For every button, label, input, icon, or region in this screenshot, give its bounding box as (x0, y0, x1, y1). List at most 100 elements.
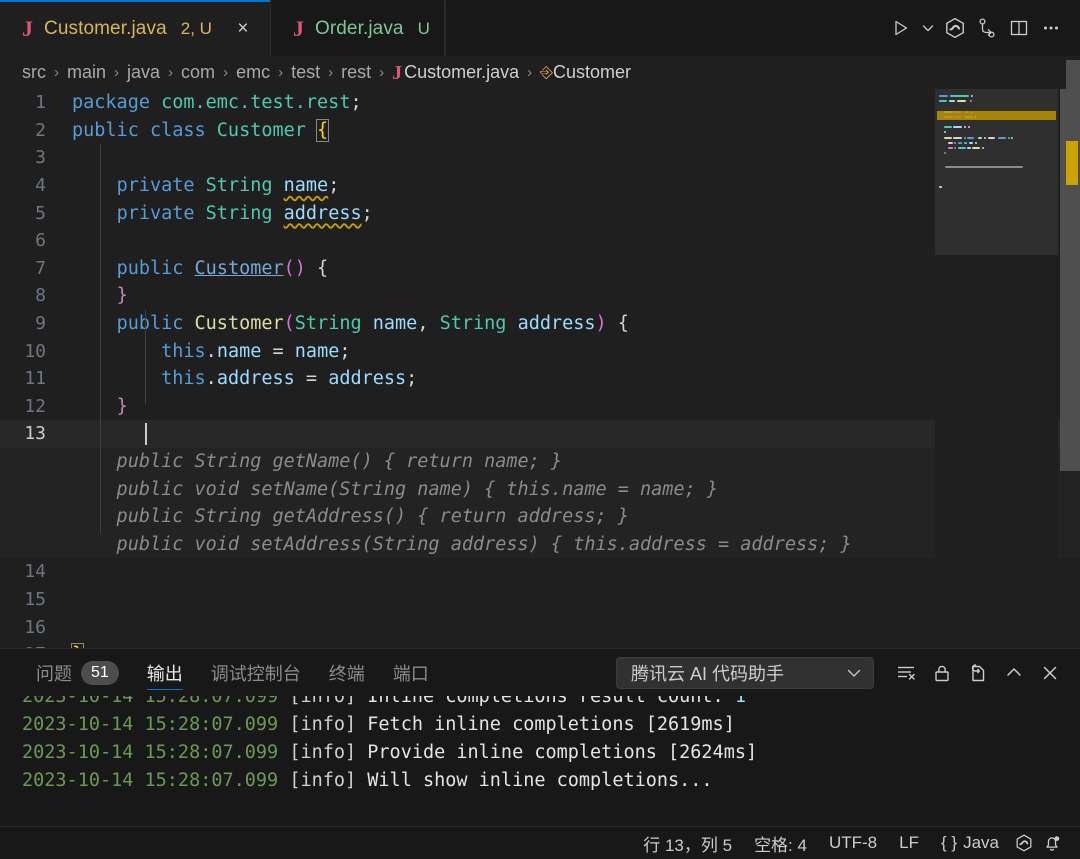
code-line[interactable]: 17} (0, 641, 1080, 648)
breadcrumb-item-emc[interactable]: emc (236, 62, 270, 83)
code-line[interactable]: 9 public Customer(String name, String ad… (0, 310, 1080, 338)
maximize-panel-icon[interactable] (998, 657, 1030, 689)
log-line: 2023-10-14 15:28:07.099 [info] Will show… (22, 766, 1080, 794)
breadcrumb-separator: › (114, 64, 120, 81)
breadcrumb-separator: › (223, 64, 229, 81)
minimap-line (969, 100, 972, 103)
breadcrumb-separator: › (168, 64, 174, 81)
editor-tab-bar: J Customer.java 2, U × J Order.java U (0, 0, 1080, 56)
code-text: public Customer(String name, String addr… (116, 313, 629, 335)
breadcrumb-item-main[interactable]: main (67, 62, 106, 83)
code-line[interactable]: 11 this.address = address; (0, 365, 1080, 393)
editor-tab-order-java[interactable]: J Order.java U (269, 0, 445, 56)
line-number: 13 (24, 423, 46, 445)
breadcrumb-separator: › (527, 64, 533, 81)
vscode-window: J Customer.java 2, U × J Order.java U sr… (0, 0, 1080, 859)
status-cursor-position[interactable]: 行 13，列 5 (632, 831, 743, 856)
ghost-text: public void setName(String name) { this.… (72, 478, 719, 500)
panel-tab-label: 终端 (328, 663, 365, 684)
code-line[interactable]: 14 (0, 558, 1080, 586)
breadcrumb-item-java[interactable]: java (127, 62, 160, 83)
code-line[interactable]: 12 } (0, 393, 1080, 421)
tab-label: Customer.java (44, 18, 167, 39)
close-panel-icon[interactable] (1034, 657, 1066, 689)
panel-scrollbar-thumb[interactable] (1066, 60, 1080, 115)
code-line[interactable]: 7 public Customer() { (0, 255, 1080, 283)
minimap-line (956, 100, 967, 103)
code-line[interactable]: 16 (0, 613, 1080, 641)
panel-tab-label: 端口 (392, 663, 429, 684)
status-encoding[interactable]: UTF-8 (818, 833, 888, 853)
log-timestamp: 2023-10-14 15:28:07.099 (22, 769, 290, 791)
code-lines[interactable]: 1 package com.emc.test.rest; 2 public class… (0, 89, 1080, 648)
minimap-line (998, 136, 1007, 139)
minimap-line (945, 165, 1023, 168)
line-number: 14 (24, 561, 46, 583)
lock-scroll-icon[interactable] (926, 657, 958, 689)
panel-tab-problems[interactable]: 问题 51 (22, 649, 133, 696)
breadcrumb-item-file[interactable]: Customer.java (404, 62, 519, 83)
copilot-status-icon[interactable] (1010, 833, 1038, 853)
minimap[interactable] (935, 89, 1058, 648)
code-line[interactable]: 2 public class Customer { (0, 117, 1080, 145)
code-line[interactable]: 10 this.name = name; (0, 337, 1080, 365)
code-line[interactable]: 8 } (0, 282, 1080, 310)
code-line[interactable]: 6 (0, 227, 1080, 255)
minimap-line (963, 136, 966, 139)
split-editor-icon[interactable] (1004, 13, 1034, 43)
output-channel-value: 腾讯云 AI 代码助手 (631, 663, 785, 684)
source-control-icon[interactable] (972, 13, 1002, 43)
status-language-mode[interactable]: { } Java (930, 833, 1010, 853)
code-line[interactable]: 3 (0, 144, 1080, 172)
minimap-line (977, 136, 983, 139)
breadcrumb-item-com[interactable]: com (181, 62, 215, 83)
code-line[interactable]: 5 private String address; (0, 199, 1080, 227)
output-channel-select[interactable]: 腾讯云 AI 代码助手 (616, 656, 874, 689)
chevron-down-icon[interactable] (918, 13, 938, 43)
braces-icon: { } (940, 833, 958, 852)
code-editor[interactable]: 1 package com.emc.test.rest; 2 public class… (0, 89, 1080, 648)
tab-label: Order.java (314, 18, 404, 39)
panel-tab-debug-console[interactable]: 调试控制台 (197, 649, 315, 696)
code-line[interactable]: 13 (0, 420, 1080, 448)
status-eol[interactable]: LF (888, 833, 930, 853)
run-button[interactable] (886, 13, 916, 43)
line-number: 6 (35, 230, 46, 252)
code-text: package com.emc.test.rest; (72, 92, 362, 114)
java-file-icon: J (22, 16, 33, 41)
copilot-icon[interactable] (940, 13, 970, 43)
breadcrumb-separator: › (54, 64, 59, 81)
minimap-line (943, 126, 952, 129)
inline-completion-ghost-line: public void setAddress(String address) {… (0, 530, 1080, 559)
code-line[interactable]: 15 (0, 586, 1080, 614)
line-number: 8 (35, 285, 46, 307)
status-indentation[interactable]: 空格: 4 (743, 831, 818, 856)
minimap-line (987, 136, 995, 139)
breadcrumb-separator: › (278, 64, 284, 81)
minimap-line (970, 95, 973, 97)
clear-output-icon[interactable] (890, 657, 922, 689)
code-line[interactable]: 4 private String name; (0, 172, 1080, 200)
panel-tab-output[interactable]: 输出 (133, 649, 197, 696)
line-number: 5 (35, 202, 46, 224)
inline-completion-ghost-line: public void setName(String name) { this.… (0, 475, 1080, 503)
panel-tab-ports[interactable]: 端口 (379, 649, 443, 696)
output-log[interactable]: 2023-10-14 15:28:07.099 [info] Inline co… (0, 696, 1080, 826)
close-icon[interactable]: × (230, 16, 256, 42)
panel-tab-terminal[interactable]: 终端 (315, 649, 379, 696)
breadcrumb-item-rest[interactable]: rest (341, 62, 371, 83)
breadcrumb-item-test[interactable]: test (291, 62, 320, 83)
status-language-label: Java (963, 833, 999, 852)
breadcrumb-item-src[interactable]: src (22, 62, 46, 83)
minimap-line (939, 100, 948, 103)
open-in-editor-icon[interactable] (962, 657, 994, 689)
minimap-line (968, 141, 974, 144)
more-actions-icon[interactable] (1036, 13, 1066, 43)
notifications-bell-icon[interactable] (1038, 833, 1066, 853)
panel-scrollbar[interactable] (1066, 0, 1080, 859)
editor-tab-customer-java[interactable]: J Customer.java 2, U × (0, 0, 270, 56)
minimap-line (939, 95, 949, 97)
breadcrumb-item-symbol[interactable]: Customer (553, 62, 631, 83)
panel-tab-label: 调试控制台 (210, 663, 301, 684)
code-line[interactable]: 1 package com.emc.test.rest; (0, 89, 1080, 117)
